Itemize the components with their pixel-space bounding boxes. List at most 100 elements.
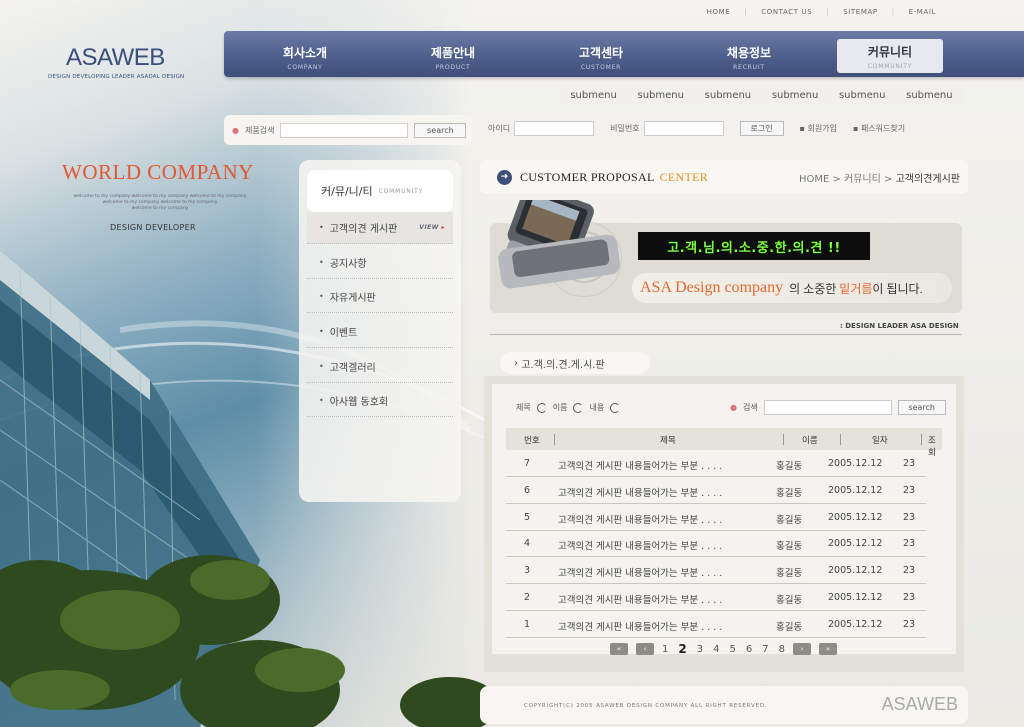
submenu-link[interactable]: submenu <box>772 90 818 101</box>
nav-sublabel: COMMUNITY <box>867 63 913 70</box>
side-menu-title: 커/뮤/니/티 <box>321 185 373 198</box>
header-no: 번호 <box>524 436 540 446</box>
submenu-link[interactable]: submenu <box>906 90 952 101</box>
footer-logo: ASAWEB <box>881 694 958 714</box>
bullet-icon: • <box>319 362 324 371</box>
email-link[interactable]: E-MAIL <box>895 8 950 16</box>
cell-no: 3 <box>524 565 531 577</box>
submenu-link[interactable]: submenu <box>638 90 684 101</box>
header-title: 제목 <box>660 436 676 446</box>
filter-title-radio[interactable] <box>536 402 547 413</box>
login-button[interactable]: 로그인 <box>739 121 784 136</box>
cell-name: 홍길동 <box>776 461 803 472</box>
nav-label: 회사소개 <box>282 46 328 60</box>
welcome-line: welcome to my company <box>131 206 189 211</box>
product-search-input[interactable] <box>280 122 409 138</box>
page-number[interactable]: 6 <box>746 644 752 655</box>
password-label: 비밀번호 <box>610 124 640 133</box>
header-date: 일자 <box>872 436 888 446</box>
sub-navigation: submenu submenu submenu submenu submenu … <box>560 84 963 106</box>
first-page-button[interactable]: « <box>610 643 628 655</box>
section-title-text: 고.객.의.견.게.시.판 <box>521 359 605 371</box>
nav-product[interactable]: 제품안내 PRODUCT <box>398 31 508 77</box>
nav-customer[interactable]: 고객센타 CUSTOMER <box>546 31 656 77</box>
join-link[interactable]: ▪ 회원가입 <box>800 123 837 134</box>
view-indicator: VIEW ▸ <box>419 224 445 231</box>
table-row[interactable]: 4 고객의견 게시판 내용들어가는 부분 . . . . 홍길동 2005.12.12… <box>506 530 926 558</box>
footer: COPYRIGHT(C) 2005 ASAWEB DESIGN COMPANY … <box>480 686 968 724</box>
home-link[interactable]: HOME <box>693 8 745 16</box>
contact-link[interactable]: CONTACT US <box>747 8 826 16</box>
sidebar-item-label: 고객겔러리 <box>329 363 376 374</box>
sidebar-item-feedback-board[interactable]: • 고객의견 게시판 VIEW ▸ <box>307 212 453 244</box>
side-menu: 커/뮤/니/티 COMMUNITY • 고객의견 게시판 VIEW ▸ • 공지… <box>299 160 461 502</box>
nav-community[interactable]: 커뮤니티 COMMUNITY <box>837 39 943 73</box>
cell-title: 고객의견 게시판 내용들어가는 부분 . . . . <box>558 595 723 606</box>
page-number[interactable]: 1 <box>662 644 668 655</box>
sidebar-item-notice[interactable]: • 공지사항 <box>307 247 453 279</box>
sitemap-link[interactable]: SITEMAP <box>829 8 891 16</box>
id-input[interactable] <box>514 121 595 136</box>
breadcrumb: HOME > 커뮤니티 > 고객의견게시판 <box>798 173 960 185</box>
next-page-button[interactable]: › <box>792 643 811 655</box>
breadcrumb-community[interactable]: 커뮤니티 <box>844 174 881 185</box>
find-password-link[interactable]: ▪ 패스워드찾기 <box>853 123 905 134</box>
prev-page-button[interactable]: ‹ <box>636 643 654 655</box>
password-input[interactable] <box>643 121 724 136</box>
submenu-link[interactable]: submenu <box>570 90 616 101</box>
table-row[interactable]: 3 고객의견 게시판 내용들어가는 부분 . . . . 홍길동 2005.12.12… <box>506 557 926 585</box>
product-search-button[interactable]: search <box>414 122 467 138</box>
site-logo[interactable]: ASAWEB DESIGN DEVELOPING LEADER ASADAL D… <box>48 44 184 80</box>
breadcrumb-current: 고객의견게시판 <box>895 173 960 185</box>
submenu-link[interactable]: submenu <box>839 90 885 101</box>
brand-title: WORLD COMPANY <box>62 160 254 184</box>
board-search-button[interactable]: search <box>897 400 946 415</box>
search-filter: 제목 이름 내용 <box>516 402 621 413</box>
table-row[interactable]: 2 고객의견 게시판 내용들어가는 부분 . . . . 홍길동 2005.12.12… <box>506 584 926 611</box>
cell-date: 2005.12.12 <box>828 538 883 550</box>
slogan-highlight: 밑거름 <box>839 281 873 296</box>
sidebar-item-gallery[interactable]: • 고객겔러리 <box>307 351 453 383</box>
page-numbers: 12345678 <box>662 642 785 656</box>
copyright: COPYRIGHT(C) 2005 ASAWEB DESIGN COMPANY … <box>524 703 768 709</box>
header-name: 이름 <box>802 436 818 446</box>
page-number[interactable]: 8 <box>779 644 785 655</box>
table-row[interactable]: 6 고객의견 게시판 내용들어가는 부분 . . . . 홍길동 2005.12.12… <box>506 477 926 504</box>
page-number[interactable]: 3 <box>697 644 703 655</box>
filter-name-radio[interactable] <box>573 402 584 413</box>
filter-name-label: 이름 <box>552 403 568 412</box>
cell-date: 2005.12.12 <box>828 565 883 577</box>
page-number[interactable]: 4 <box>713 644 719 655</box>
filter-content-radio[interactable] <box>610 402 621 413</box>
product-search-label: 제품검색 <box>244 125 275 135</box>
cell-name: 홍길동 <box>776 568 803 580</box>
board-search-input[interactable] <box>763 400 892 415</box>
sidebar-item-label: 자유게시판 <box>329 293 376 304</box>
sidebar-item-club[interactable]: • 아사웹 동호회 <box>307 385 453 417</box>
sidebar-item-label: 고객의견 게시판 <box>329 224 398 235</box>
nav-sublabel: PRODUCT <box>435 64 471 71</box>
cell-name: 홍길동 <box>776 595 803 606</box>
cell-date: 2005.12.12 <box>828 511 883 523</box>
sidebar-item-free-board[interactable]: • 자유게시판 <box>307 281 453 313</box>
submenu-link[interactable]: submenu <box>705 90 751 101</box>
cell-views: 23 <box>903 538 916 550</box>
cell-views: 23 <box>903 484 916 496</box>
id-label: 아이디 <box>488 124 511 133</box>
sidebar-item-event[interactable]: • 이벤트 <box>307 316 453 348</box>
nav-recruit[interactable]: 채용정보 RECRUIT <box>694 31 804 77</box>
table-row[interactable]: 1 고객의견 게시판 내용들어가는 부분 . . . . 홍길동 2005.12.12… <box>506 611 926 638</box>
table-row[interactable]: 5 고객의견 게시판 내용들어가는 부분 . . . . 홍길동 2005.12.12… <box>506 504 926 531</box>
breadcrumb-home[interactable]: HOME <box>799 174 829 185</box>
nav-company[interactable]: 회사소개 COMPANY <box>250 31 360 77</box>
page-title: CUSTOMER PROPOSAL <box>520 169 655 184</box>
last-page-button[interactable]: » <box>818 643 837 655</box>
table-row[interactable]: 7 고객의견 게시판 내용들어가는 부분 . . . . 홍길동 2005.12.12… <box>506 450 926 477</box>
cell-no: 6 <box>524 484 531 496</box>
cell-name: 홍길동 <box>776 621 803 633</box>
cell-date: 2005.12.12 <box>828 592 883 603</box>
page-number[interactable]: 2 <box>678 642 686 656</box>
table-header: 번호 제목 이름 일자 조회 <box>506 428 942 458</box>
page-number[interactable]: 7 <box>762 644 768 655</box>
page-number[interactable]: 5 <box>729 644 735 655</box>
